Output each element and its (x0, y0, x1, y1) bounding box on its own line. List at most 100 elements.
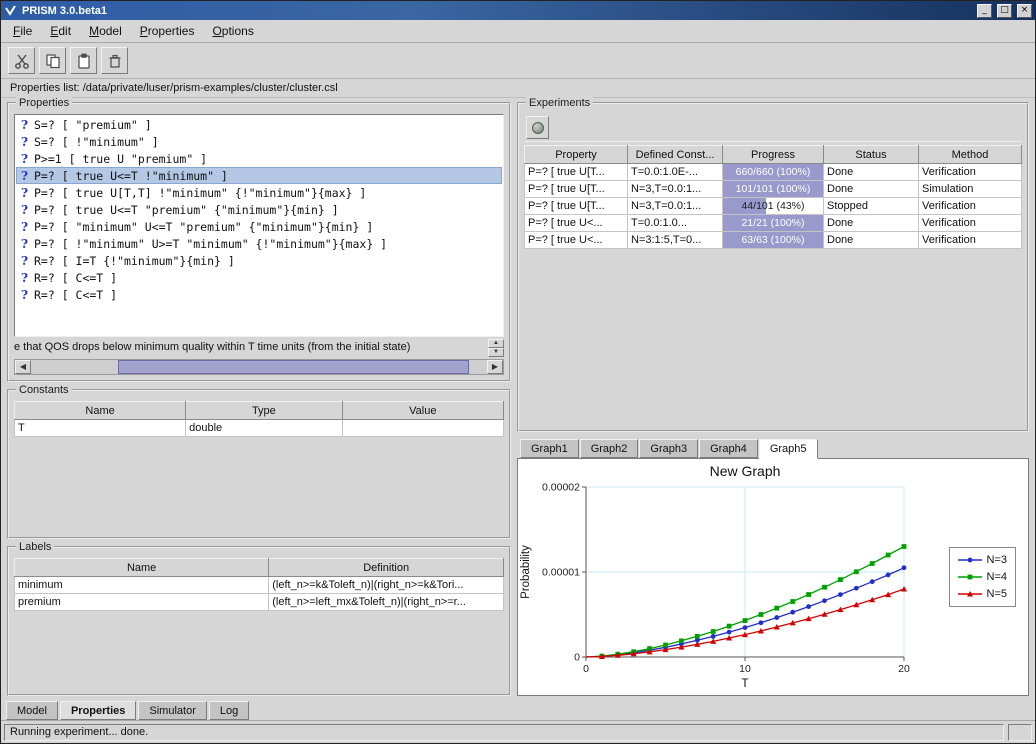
constants-row[interactable]: Tdouble (15, 420, 504, 437)
question-icon: ? (19, 220, 30, 234)
question-icon: ? (19, 254, 30, 268)
scroll-down-icon[interactable]: ▼ (488, 348, 504, 357)
property-item[interactable]: ?R=? [ C<=T ] (16, 269, 502, 286)
copy-button[interactable] (39, 47, 66, 74)
paste-button[interactable] (70, 47, 97, 74)
tab-graph5[interactable]: Graph5 (759, 439, 818, 459)
clipboard-icon (75, 52, 93, 70)
constants-column-header[interactable]: Type (186, 402, 342, 420)
property-item[interactable]: ?P=? [ !"minimum" U>=T "minimum" {!"mini… (16, 235, 502, 252)
tab-simulator[interactable]: Simulator (138, 701, 206, 720)
menu-file[interactable]: File (5, 21, 40, 41)
maximize-button[interactable]: □ (997, 4, 1012, 18)
tab-graph2[interactable]: Graph2 (580, 439, 639, 458)
scroll-right-icon[interactable]: ▶ (487, 360, 503, 374)
experiment-progress: 44/101 (43%) (723, 198, 824, 215)
svg-text:0.00002: 0.00002 (542, 481, 580, 493)
prism-window: PRISM 3.0.beta1 _ □ × FileEditModelPrope… (0, 0, 1036, 744)
title-bar[interactable]: PRISM 3.0.beta1 _ □ × (1, 1, 1035, 20)
labels-row[interactable]: premium(left_n>=left_mx&Toleft_n)|(right… (15, 594, 504, 611)
question-icon: ? (19, 169, 30, 183)
experiments-table[interactable]: PropertyDefined Const...ProgressStatusMe… (524, 145, 1022, 249)
constants-group-title: Constants (16, 384, 72, 396)
close-button[interactable]: × (1017, 4, 1032, 18)
property-item[interactable]: ?R=? [ C<=T ] (16, 286, 502, 303)
experiment-row[interactable]: P=? [ true U[T...N=3,T=0.0:1...44/101 (4… (525, 198, 1022, 215)
experiments-column-header[interactable]: Progress (723, 146, 824, 164)
property-item[interactable]: ? R=? [ I=T {!"minimum"}{min} ] (16, 252, 502, 269)
menu-edit[interactable]: Edit (42, 21, 79, 41)
question-icon: ? (19, 186, 30, 200)
properties-hscrollbar[interactable]: ◀ ▶ (14, 359, 504, 375)
question-icon: ? (19, 203, 30, 217)
scroll-left-icon[interactable]: ◀ (15, 360, 31, 374)
experiments-column-header[interactable]: Status (824, 146, 919, 164)
hscroll-thumb[interactable] (118, 360, 469, 374)
tab-graph1[interactable]: Graph1 (520, 439, 579, 458)
comment-vscrollbar[interactable]: ▲ ▼ (488, 339, 504, 357)
labels-column-header[interactable]: Name (15, 559, 269, 577)
legend-label: N=3 (987, 554, 1008, 566)
property-item[interactable]: ?S=? [ !"minimum" ] (16, 133, 502, 150)
property-text: R=? [ C<=T ] (34, 271, 117, 285)
legend-label: N=5 (987, 588, 1008, 600)
minimize-button[interactable]: _ (977, 4, 992, 18)
experiment-row[interactable]: P=? [ true U[T...T=0.0:1.0E-...660/660 (… (525, 164, 1022, 181)
experiments-column-header[interactable]: Method (919, 146, 1022, 164)
property-text: P=? [ true U<=T "premium" {"minimum"}{mi… (34, 203, 339, 217)
progress-bar: 63/63 (100%) (723, 232, 823, 248)
constants-column-header[interactable]: Value (342, 402, 503, 420)
property-text: P>=1 [ true U "premium" ] (34, 152, 207, 166)
menu-options[interactable]: Options (204, 21, 261, 41)
property-item[interactable]: ? P=? [ true U<=T "premium" {"minimum"}{m… (16, 201, 502, 218)
tab-model[interactable]: Model (6, 701, 58, 720)
tab-graph4[interactable]: Graph4 (699, 439, 758, 458)
menu-properties[interactable]: Properties (132, 21, 203, 41)
property-item[interactable]: ?S=? [ "premium" ] (16, 116, 502, 133)
scroll-up-icon[interactable]: ▲ (488, 339, 504, 348)
view-tab-bar: ModelPropertiesSimulatorLog (1, 700, 1035, 721)
graph-canvas[interactable]: 00.000010.0000201020New GraphTProbabilit… (518, 461, 918, 691)
svg-text:0: 0 (583, 663, 589, 675)
cut-button[interactable] (8, 47, 35, 74)
experiments-group: Experiments PropertyDefined Const...Prog… (517, 102, 1029, 432)
app-logo-icon (4, 4, 17, 17)
stop-experiment-icon (532, 122, 544, 134)
experiment-row[interactable]: P=? [ true U<...T=0.0:1.0...21/21 (100%)… (525, 215, 1022, 232)
labels-column-header[interactable]: Definition (269, 559, 504, 577)
question-icon: ? (19, 288, 30, 302)
property-item[interactable]: ?P=? [ "minimum" U<=T "premium" {"minimu… (16, 218, 502, 235)
experiment-row[interactable]: P=? [ true U[T...N=3,T=0.0:1...101/101 (… (525, 181, 1022, 198)
trash-icon (106, 52, 124, 70)
tab-graph3[interactable]: Graph3 (639, 439, 698, 458)
properties-list[interactable]: ?S=? [ "premium" ]?S=? [ !"minimum" ]?P>… (14, 114, 504, 337)
menu-model[interactable]: Model (81, 21, 130, 41)
svg-text:20: 20 (898, 663, 910, 675)
delete-button[interactable] (101, 47, 128, 74)
constants-table[interactable]: NameTypeValueTdouble (14, 401, 504, 437)
constants-column-header[interactable]: Name (15, 402, 186, 420)
experiments-column-header[interactable]: Property (525, 146, 628, 164)
hscroll-track[interactable] (31, 360, 487, 374)
labels-table[interactable]: NameDefinitionminimum(left_n>=k&Toleft_n… (14, 558, 504, 611)
tab-properties[interactable]: Properties (60, 701, 136, 720)
scissors-icon (13, 52, 31, 70)
labels-row[interactable]: minimum(left_n>=k&Toleft_n)|(right_n>=k&… (15, 577, 504, 594)
legend-entry: N=3 (958, 554, 1008, 566)
property-item[interactable]: ?P=? [ true U<=T !"minimum" ] (16, 167, 502, 184)
experiment-row[interactable]: P=? [ true U<...N=3:1:5,T=0...63/63 (100… (525, 232, 1022, 249)
property-item[interactable]: ?P>=1 [ true U "premium" ] (16, 150, 502, 167)
graph-tab-bar: Graph1Graph2Graph3Graph4Graph5 (517, 439, 1029, 458)
constants-group: Constants NameTypeValueTdouble (7, 389, 511, 539)
property-text: R=? [ I=T {!"minimum"}{min} ] (34, 254, 235, 268)
experiment-property: P=? [ true U[T... (525, 181, 628, 198)
tab-log[interactable]: Log (209, 701, 249, 720)
property-comment: e that QOS drops below minimum quality w… (14, 339, 488, 357)
labels-cell: (left_n>=left_mx&Toleft_n)|(right_n>=r..… (269, 594, 504, 611)
properties-group: Properties ?S=? [ "premium" ]?S=? [ !"mi… (7, 102, 511, 382)
property-item[interactable]: ?P=? [ true U[T,T] !"minimum" {!"minimum… (16, 184, 502, 201)
status-corner (1008, 724, 1032, 741)
main-area: Properties ?S=? [ "premium" ]?S=? [ !"mi… (1, 98, 1035, 700)
stop-experiment-button[interactable] (526, 116, 549, 139)
experiments-column-header[interactable]: Defined Const... (628, 146, 723, 164)
